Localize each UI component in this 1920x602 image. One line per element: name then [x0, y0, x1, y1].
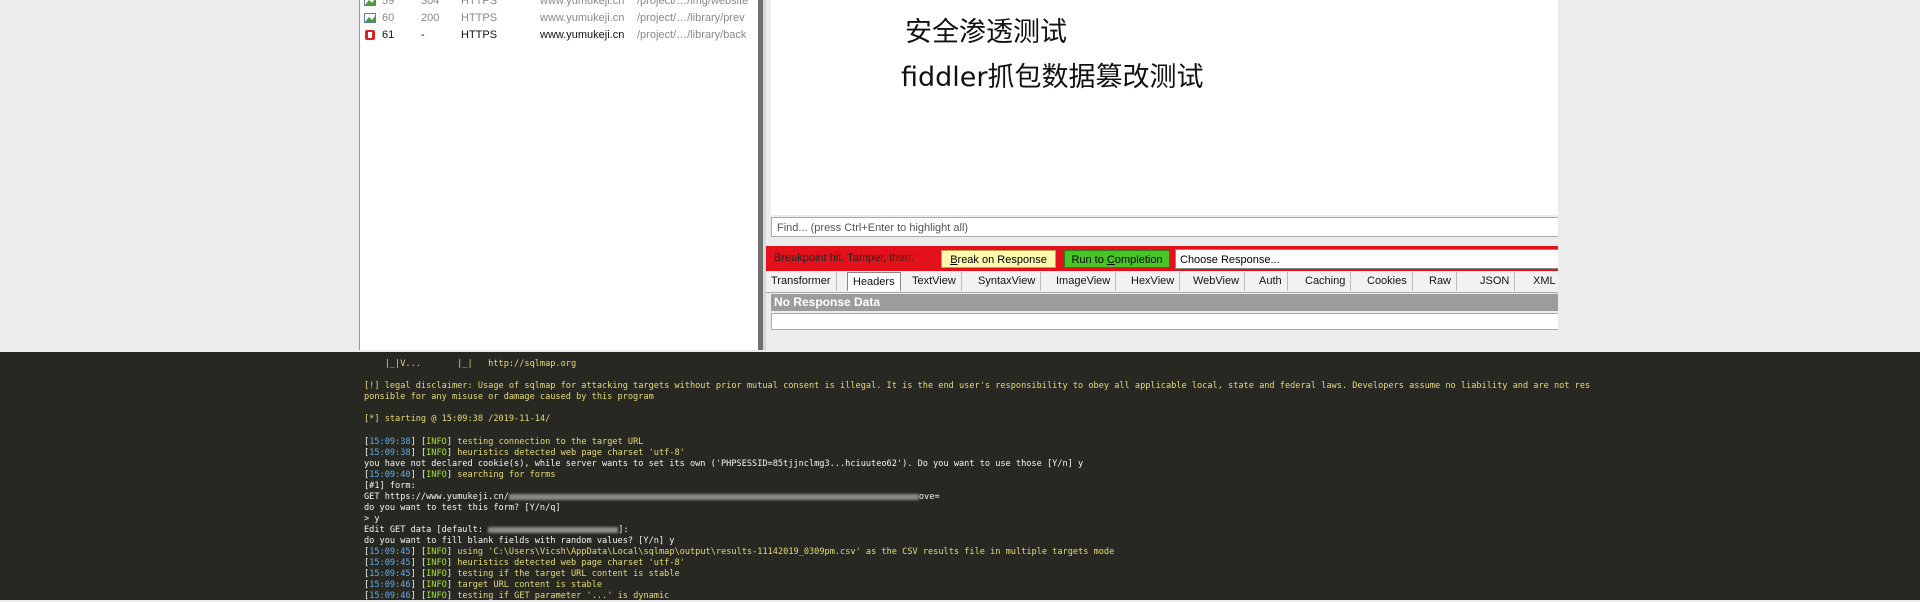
tab-cookies[interactable]: Cookies	[1362, 272, 1413, 291]
tab-webview[interactable]: WebView	[1188, 272, 1246, 291]
session-number: 61	[382, 29, 395, 41]
preview-text-line-2: fiddler抓包数据篡改测试	[901, 62, 1204, 93]
session-url: /project/…/library/prev	[637, 12, 745, 24]
session-result: -	[421, 29, 425, 41]
session-host: www.yumukeji.cn	[540, 12, 625, 24]
session-result: 200	[421, 12, 440, 24]
terminal-edit-get: Edit GET data [default: ]:	[364, 525, 629, 535]
terminal-banner: |_|V... |_| http://sqlmap.org	[364, 359, 577, 369]
pane-splitter-edge	[763, 0, 766, 350]
terminal-fill-prompt: do you want to fill blank fields with ra…	[364, 536, 675, 546]
terminal-log-line: [15:09:46] [INFO] testing if GET paramet…	[364, 591, 670, 601]
terminal-log-line: [15:09:38] [INFO] testing connection to …	[364, 437, 644, 447]
tab-json[interactable]: JSON	[1475, 272, 1516, 291]
tab-hexview[interactable]: HexView	[1126, 272, 1181, 291]
session-protocol: HTTPS	[461, 29, 498, 41]
tab-textview[interactable]: TextView	[907, 272, 962, 291]
redacted-block	[508, 493, 919, 500]
breakpoint-icon	[364, 29, 376, 41]
session-result: 304	[421, 0, 440, 7]
terminal-cookie-prompt: you have not declared cookie(s), while s…	[364, 459, 1084, 469]
sqlmap-terminal[interactable]: |_|V... |_| http://sqlmap.org [!] legal …	[0, 352, 1920, 601]
terminal-user-input: > y	[364, 514, 380, 524]
tab-caching[interactable]: Caching	[1300, 272, 1352, 291]
terminal-log-line: [15:09:45] [INFO] heuristics detected we…	[364, 558, 685, 568]
session-number: 59	[382, 0, 395, 7]
terminal-log-line: [15:09:40] [INFO] searching for forms	[364, 470, 556, 480]
terminal-disclaimer: [!] legal disclaimer: Usage of sqlmap fo…	[364, 381, 1591, 391]
terminal-log-line: [15:09:45] [INFO] using 'C:\Users\Vicsh\…	[364, 547, 1115, 557]
terminal-log-line: [15:09:38] [INFO] heuristics detected we…	[364, 448, 685, 458]
image-icon	[364, 12, 376, 24]
session-protocol: HTTPS	[461, 0, 498, 7]
tab-raw[interactable]: Raw	[1424, 272, 1458, 291]
session-list[interactable]: 59 304 HTTPS www.yumukeji.cn/project/…/img/…	[359, 0, 759, 350]
tab-xml[interactable]: XML	[1528, 272, 1562, 291]
session-host: www.yumukeji.cn	[540, 29, 625, 41]
session-row[interactable]: 61 - HTTPS www.yumukeji.cn/project/…/librar…	[360, 27, 758, 44]
tab-headers[interactable]: Headers	[847, 272, 901, 291]
session-url: /project/…/img/website	[637, 0, 749, 7]
tab-syntaxview[interactable]: SyntaxView	[973, 272, 1042, 291]
tab-auth[interactable]: Auth	[1254, 272, 1288, 291]
terminal-log-line: [15:09:45] [INFO] testing if the target …	[364, 569, 680, 579]
session-url: /project/…/library/back	[637, 29, 747, 41]
session-host: www.yumukeji.cn	[540, 0, 625, 7]
terminal-log-line: [15:09:46] [INFO] target URL content is …	[364, 580, 603, 590]
session-number: 60	[382, 12, 395, 24]
redacted-block	[488, 526, 619, 533]
terminal-disclaimer-cont: ponsible for any misuse or damage caused…	[364, 392, 654, 402]
break-on-response-button[interactable]: Break on Response	[941, 250, 1056, 268]
session-protocol: HTTPS	[461, 12, 498, 24]
session-row[interactable]: 59 304 HTTPS www.yumukeji.cn/project/…/img/…	[360, 0, 758, 10]
window-background	[1558, 0, 1920, 352]
image-icon	[364, 0, 376, 7]
terminal-test-prompt: do you want to test this form? [Y/n/q]	[364, 503, 561, 513]
session-row[interactable]: 60 200 HTTPS www.yumukeji.cn/project/…/libr…	[360, 10, 758, 27]
tab-transformer[interactable]: Transformer	[766, 272, 837, 291]
terminal-starting: [*] starting @ 15:09:38 /2019-11-14/	[364, 414, 551, 424]
breakpoint-hit-label: Breakpoint hit. Tamper, then:	[774, 252, 914, 264]
preview-text-line-1: 安全渗透测试	[905, 17, 1067, 48]
tab-imageview[interactable]: ImageView	[1051, 272, 1117, 291]
run-to-completion-button[interactable]: Run to Completion	[1064, 250, 1170, 268]
terminal-get-url: GET https://www.yumukeji.cn/ove=	[364, 492, 940, 502]
terminal-form-label: [#1] form:	[364, 481, 416, 491]
